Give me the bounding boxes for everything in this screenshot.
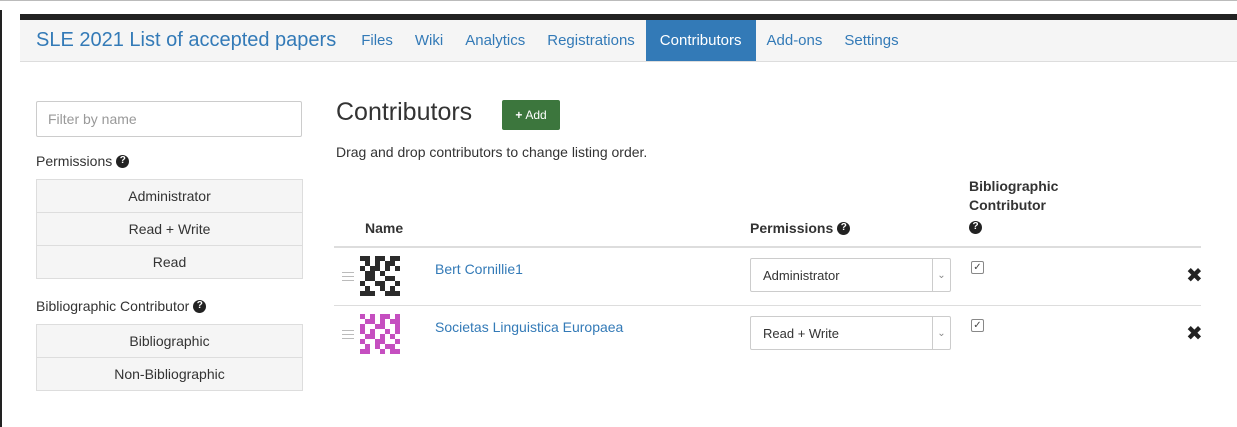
checkmark-icon: ✓ — [973, 261, 982, 273]
question-circle-icon[interactable]: ? — [837, 221, 851, 235]
contributor-name-link[interactable]: Societas Linguistica Europaea — [435, 319, 623, 335]
project-navbar: SLE 2021 List of accepted papers Files W… — [20, 20, 1237, 62]
avatar — [360, 256, 400, 296]
bibliographic-checkbox[interactable]: ✓ — [971, 319, 984, 332]
bibliographic-filter-group: Bibliographic Non-Bibliographic — [36, 324, 303, 391]
column-header-name: Name — [365, 220, 404, 236]
add-contributor-button[interactable]: + Add — [502, 100, 560, 130]
project-title-link[interactable]: SLE 2021 List of accepted papers — [20, 20, 350, 61]
nav-files[interactable]: Files — [350, 20, 404, 61]
filter-read-write-button[interactable]: Read + Write — [36, 212, 303, 246]
permissions-filter-label: Permissions ? — [36, 153, 130, 169]
checkmark-icon: ✓ — [973, 319, 982, 331]
bibliographic-header-text: Bibliographic Contributor — [969, 178, 1059, 213]
column-header-bibliographic: Bibliographic Contributor ? — [969, 177, 1069, 234]
add-button-label: Add — [525, 108, 547, 122]
page-title: Contributors — [336, 98, 473, 126]
filter-read-button[interactable]: Read — [36, 245, 303, 279]
nav-contributors[interactable]: Contributors — [645, 20, 756, 61]
permission-select-value: Administrator — [763, 267, 840, 283]
plus-icon: + — [515, 108, 523, 122]
nav-wiki[interactable]: Wiki — [404, 20, 454, 61]
nav-analytics[interactable]: Analytics — [454, 20, 536, 61]
bibliographic-filter-label: Bibliographic Contributor ? — [36, 298, 207, 314]
remove-x-icon[interactable]: ✖ — [1186, 324, 1203, 344]
chevron-down-icon: ⌄ — [932, 317, 950, 349]
drag-help-text: Drag and drop contributors to change lis… — [336, 144, 648, 160]
permissions-filter-group: Administrator Read + Write Read — [36, 179, 303, 279]
table-row[interactable]: Bert Cornillie1 Administrator ⌄ ✓ ✖ — [334, 248, 1203, 304]
window-top-border — [0, 0, 1237, 1]
avatar — [360, 314, 400, 354]
nav-addons[interactable]: Add-ons — [756, 20, 834, 61]
filter-bibliographic-button[interactable]: Bibliographic — [36, 324, 303, 358]
table-row[interactable]: Societas Linguistica Europaea Read + Wri… — [334, 306, 1203, 362]
question-circle-icon[interactable]: ? — [116, 154, 130, 168]
contributor-name-link[interactable]: Bert Cornillie1 — [435, 261, 523, 277]
filter-non-bibliographic-button[interactable]: Non-Bibliographic — [36, 357, 303, 391]
bibliographic-checkbox[interactable]: ✓ — [971, 261, 984, 274]
permission-select[interactable]: Administrator ⌄ — [750, 258, 951, 292]
nav-registrations[interactable]: Registrations — [536, 20, 646, 61]
column-header-permissions: Permissions ? — [750, 220, 851, 236]
remove-x-icon[interactable]: ✖ — [1186, 266, 1203, 286]
question-circle-icon[interactable]: ? — [969, 220, 982, 234]
permission-select-value: Read + Write — [763, 325, 839, 341]
nav-settings[interactable]: Settings — [833, 20, 909, 61]
question-circle-icon[interactable]: ? — [193, 299, 207, 313]
filter-administrator-button[interactable]: Administrator — [36, 179, 303, 213]
window-left-border — [0, 10, 2, 427]
chevron-down-icon: ⌄ — [932, 259, 950, 291]
bibliographic-label-text: Bibliographic Contributor — [36, 298, 190, 314]
drag-handle-icon[interactable] — [342, 330, 354, 342]
permissions-label-text: Permissions — [36, 153, 113, 169]
permission-select[interactable]: Read + Write ⌄ — [750, 316, 951, 350]
filter-by-name-input[interactable] — [36, 101, 302, 137]
drag-handle-icon[interactable] — [342, 272, 354, 284]
permissions-header-text: Permissions — [750, 220, 834, 236]
